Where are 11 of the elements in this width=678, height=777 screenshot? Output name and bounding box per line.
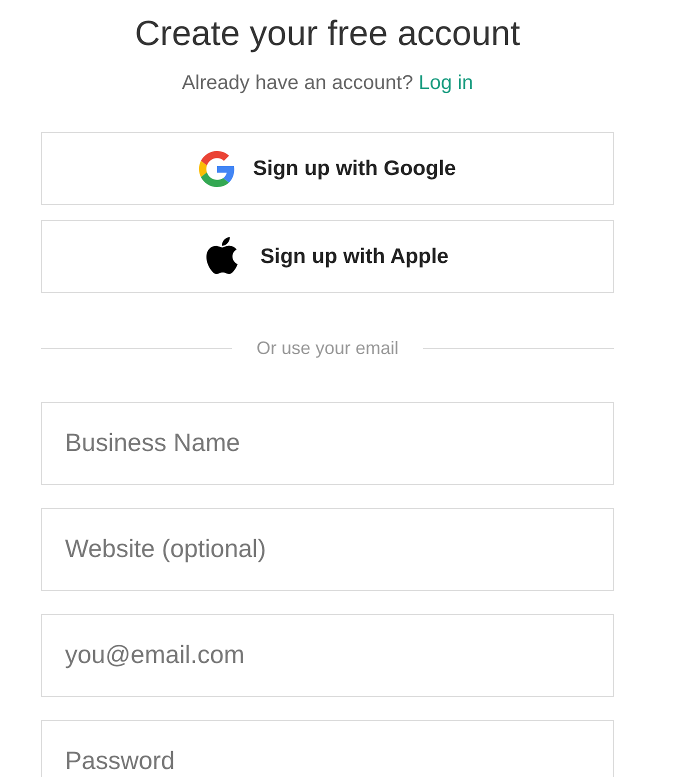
password-field[interactable]: Password bbox=[41, 720, 614, 777]
website-field[interactable]: Website (optional) bbox=[41, 508, 614, 591]
login-prompt: Already have an account? Log in bbox=[182, 71, 474, 95]
page-title: Create your free account bbox=[134, 14, 520, 54]
google-icon bbox=[199, 150, 235, 186]
apple-icon bbox=[206, 236, 238, 274]
email-field[interactable]: you@email.com bbox=[41, 614, 614, 697]
business-name-field[interactable]: Business Name bbox=[41, 402, 614, 485]
google-signup-button[interactable]: Sign up with Google bbox=[41, 132, 614, 205]
divider-label: Or use your email bbox=[256, 337, 399, 359]
apple-signup-button[interactable]: Sign up with Apple bbox=[41, 220, 614, 293]
